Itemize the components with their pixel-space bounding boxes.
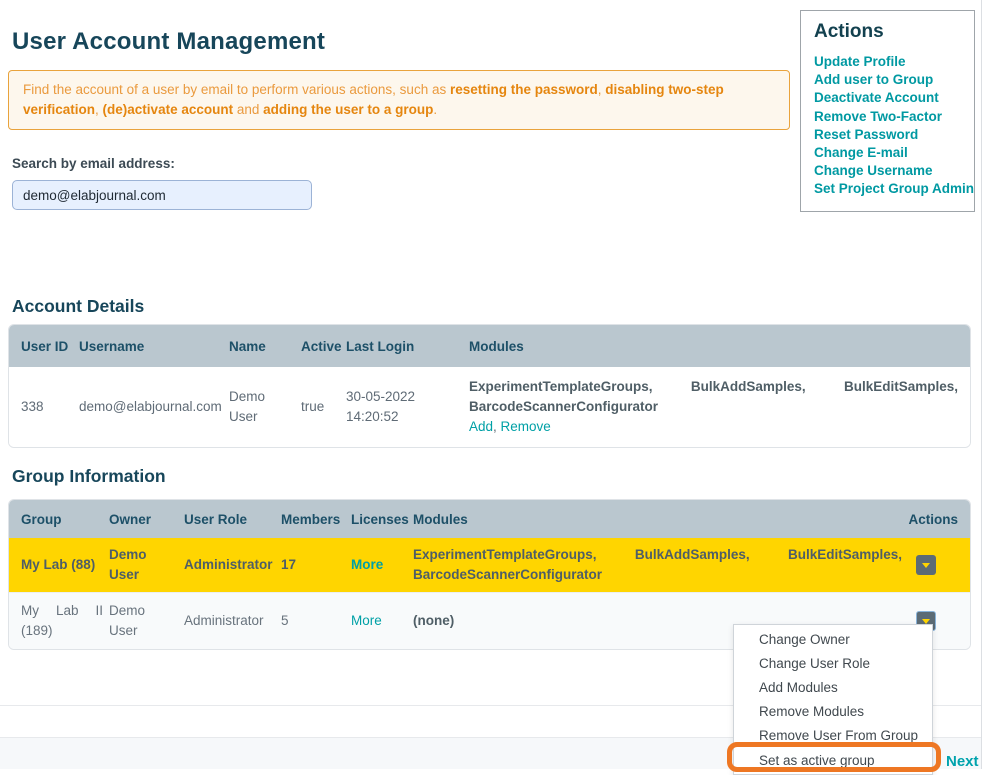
- cell-members: 5: [281, 611, 351, 631]
- cell-group-modules: ExperimentTemplateGroups, BulkAddSamples…: [413, 545, 916, 585]
- action-link-deactivate-account[interactable]: Deactivate Account: [814, 89, 961, 107]
- menu-item-remove-user-from-group[interactable]: Remove User From Group: [734, 724, 932, 748]
- page-edge-divider: [981, 0, 982, 769]
- column-header-username: Username: [79, 339, 229, 354]
- alert-bold-reset-password: resetting the password: [450, 82, 598, 97]
- licenses-more-link[interactable]: More: [351, 613, 382, 628]
- column-header-active: Active: [301, 339, 346, 354]
- cell-owner: Demo User: [109, 545, 184, 585]
- chevron-down-icon: [922, 563, 930, 568]
- table-row: 338 demo@elabjournal.com Demo User true …: [9, 367, 970, 447]
- alert-text: Find the account of a user by email to p…: [23, 82, 450, 97]
- action-link-update-profile[interactable]: Update Profile: [814, 53, 961, 71]
- chevron-down-icon: [922, 619, 930, 624]
- alert-bold-add-group: adding the user to a group: [263, 102, 433, 117]
- column-header-actions: Actions: [916, 512, 970, 527]
- cell-user-role: Administrator: [184, 611, 281, 631]
- action-link-change-username[interactable]: Change Username: [814, 162, 961, 180]
- cell-owner: Demo User: [109, 601, 184, 641]
- group-information-title: Group Information: [12, 466, 166, 487]
- column-header-group: Group: [21, 512, 109, 527]
- column-header-modules: Modules: [469, 339, 970, 354]
- account-table-header-row: User ID Username Name Active Last Login …: [9, 325, 970, 367]
- column-header-user-id: User ID: [21, 339, 79, 354]
- alert-bold-activate: (de)activate account: [103, 102, 234, 117]
- account-details-title: Account Details: [12, 296, 144, 317]
- cell-active: true: [301, 397, 346, 417]
- column-header-last-login: Last Login: [346, 339, 469, 354]
- group-table-header-row: Group Owner User Role Members Licenses M…: [9, 500, 970, 538]
- cell-user-role: Administrator: [184, 555, 281, 575]
- remove-modules-link[interactable]: Remove: [501, 419, 551, 434]
- menu-item-set-as-active-group[interactable]: Set as active group: [734, 748, 932, 772]
- cell-group-name: My Lab (88): [21, 555, 109, 575]
- action-link-remove-two-factor[interactable]: Remove Two-Factor: [814, 108, 961, 126]
- search-email-input[interactable]: [12, 180, 312, 210]
- row-actions-context-menu: Change Owner Change User Role Add Module…: [733, 624, 933, 775]
- action-link-reset-password[interactable]: Reset Password: [814, 126, 961, 144]
- column-header-name: Name: [229, 339, 301, 354]
- menu-item-change-user-role[interactable]: Change User Role: [734, 651, 932, 675]
- cell-members: 17: [281, 555, 351, 575]
- actions-panel: Actions Update Profile Add user to Group…: [800, 10, 975, 212]
- column-header-members: Members: [281, 512, 351, 527]
- cell-last-login: 30-05-2022 14:20:52: [346, 387, 469, 427]
- column-header-licenses: Licenses: [351, 512, 413, 527]
- row-actions-dropdown-button[interactable]: [916, 555, 936, 575]
- cell-modules: ExperimentTemplateGroups, BulkAddSamples…: [469, 377, 970, 437]
- column-header-owner: Owner: [109, 512, 184, 527]
- action-link-change-email[interactable]: Change E-mail: [814, 144, 961, 162]
- add-modules-link[interactable]: Add: [469, 419, 493, 434]
- cell-username: demo@elabjournal.com: [79, 397, 229, 417]
- info-alert: Find the account of a user by email to p…: [8, 70, 790, 130]
- search-email-label: Search by email address:: [12, 156, 175, 171]
- menu-item-change-owner[interactable]: Change Owner: [734, 627, 932, 651]
- action-link-add-user-to-group[interactable]: Add user to Group: [814, 71, 961, 89]
- licenses-more-link[interactable]: More: [351, 557, 383, 572]
- column-header-user-role: User Role: [184, 512, 281, 527]
- cell-group-name: My Lab II (189): [21, 601, 109, 641]
- menu-item-remove-modules[interactable]: Remove Modules: [734, 700, 932, 724]
- cell-name: Demo User: [229, 387, 301, 427]
- page-title: User Account Management: [12, 28, 325, 56]
- action-link-set-project-group-admin[interactable]: Set Project Group Admin: [814, 180, 961, 198]
- menu-item-add-modules[interactable]: Add Modules: [734, 675, 932, 699]
- account-details-table: User ID Username Name Active Last Login …: [8, 324, 971, 448]
- next-page-link[interactable]: Next: [946, 753, 979, 770]
- column-header-group-modules: Modules: [413, 512, 916, 527]
- modules-list: ExperimentTemplateGroups, BulkAddSamples…: [469, 377, 958, 417]
- table-row-active-group: My Lab (88) Demo User Administrator 17 M…: [9, 538, 970, 592]
- actions-panel-title: Actions: [814, 21, 961, 43]
- cell-user-id: 338: [21, 397, 79, 417]
